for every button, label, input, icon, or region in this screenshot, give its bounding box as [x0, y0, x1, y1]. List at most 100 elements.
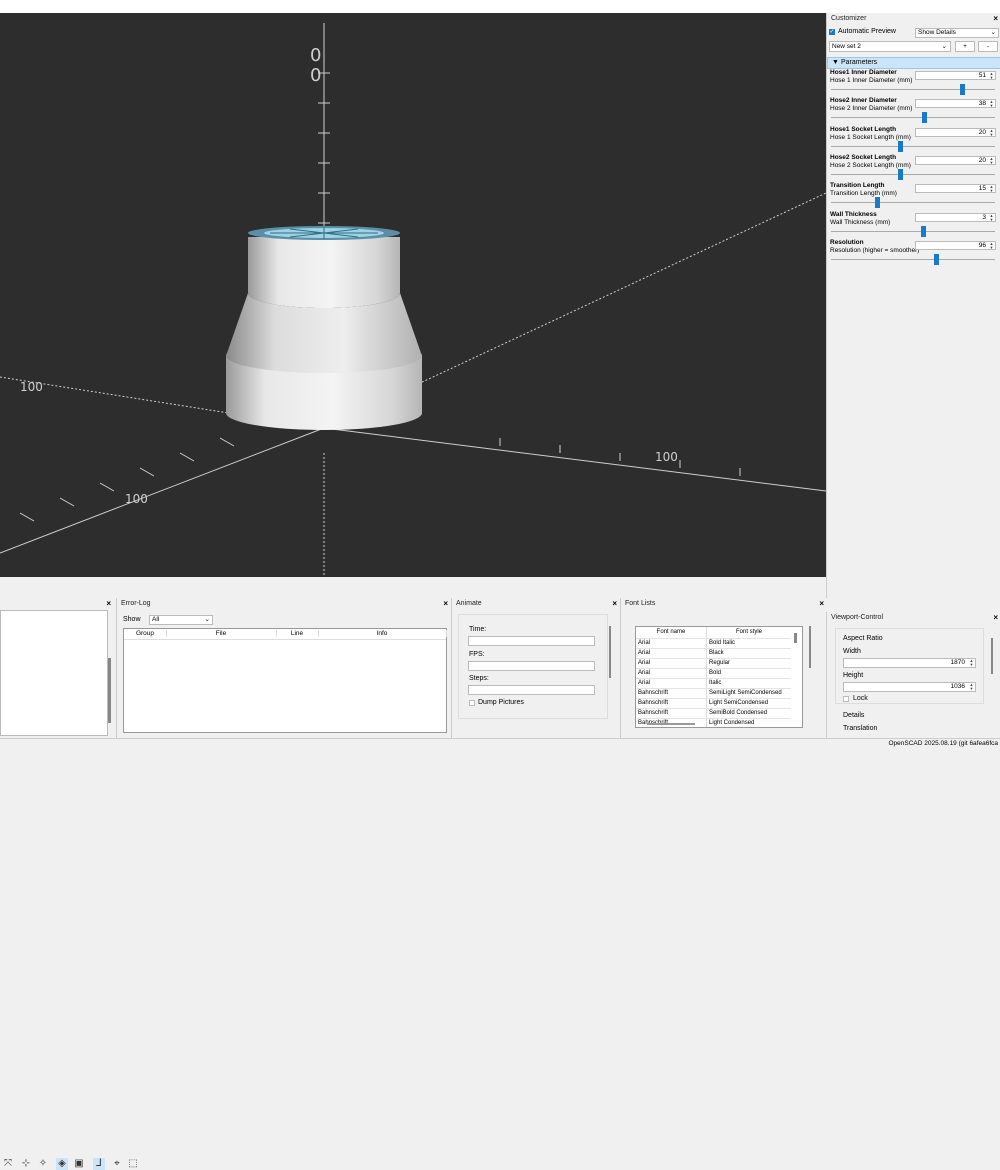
customizer-close-icon[interactable]: × [993, 13, 998, 24]
error-log-title: Error-Log [117, 598, 451, 609]
parameter-slider[interactable] [831, 145, 995, 147]
spin-icon[interactable]: ▲ ▼ [989, 72, 994, 80]
font-table-scrollbar[interactable] [794, 633, 797, 643]
viewport-control-title: Viewport-Control [827, 612, 1000, 623]
error-table-header: Group File Line Info [124, 629, 447, 640]
dump-pictures-checkbox[interactable] [469, 700, 475, 706]
parameter-row: Resolution Resolution (higher = smoother)… [827, 239, 1000, 267]
3d-viewport[interactable]: 0 0 100 100 100 [0, 13, 826, 577]
animate-scrollbar[interactable] [609, 626, 611, 678]
chevron-down-icon: ⌄ [941, 43, 947, 50]
viewport-control-close-icon[interactable]: × [993, 612, 998, 623]
font-row[interactable]: Arial Regular [636, 658, 791, 669]
error-column-header[interactable]: File [166, 630, 277, 637]
reset-view-icon[interactable]: ⬚ [127, 1158, 139, 1170]
parameter-name: Hose2 Inner Diameter [830, 97, 897, 105]
slider-handle[interactable] [960, 84, 966, 95]
font-row[interactable]: Bahnschrift Light SemiCondensed [636, 698, 791, 709]
width-input[interactable]: 1870 ▲ ▼ [843, 658, 976, 668]
axis-label-x-right: 100 [655, 450, 678, 464]
remove-preset-button[interactable]: - [978, 41, 998, 52]
font-row[interactable]: Arial Bold Italic [636, 638, 791, 649]
console-scrollbar[interactable] [108, 658, 111, 723]
show-axes-icon[interactable]: ⅃ [93, 1158, 105, 1170]
error-column-header[interactable]: Info [318, 630, 447, 637]
viewport-control-scrollbar[interactable] [991, 638, 993, 674]
axes [0, 23, 826, 577]
font-row[interactable]: Bahnschrift SemiBold Condensed [636, 708, 791, 719]
parameter-slider[interactable] [831, 117, 995, 119]
hose-adapter-model [226, 226, 422, 430]
error-column-header[interactable]: Line [276, 630, 319, 637]
height-input[interactable]: 1036 ▲ ▼ [843, 682, 976, 692]
spin-icon[interactable]: ▲ ▼ [969, 683, 974, 691]
show-crosshairs-icon[interactable]: ⌖ [111, 1158, 123, 1170]
parameter-value-input[interactable]: 20 ▲ ▼ [915, 155, 996, 165]
font-name-cell: Arial [636, 668, 707, 679]
font-row[interactable]: Arial Black [636, 648, 791, 659]
fps-input[interactable] [468, 661, 595, 671]
time-input[interactable] [468, 636, 595, 646]
axis-label-y-front: 100 [125, 492, 148, 506]
console-output[interactable] [0, 610, 108, 736]
spin-icon[interactable]: ▲ ▼ [989, 213, 994, 222]
parameter-value-input[interactable]: 38 ▲ ▼ [915, 99, 996, 109]
show-details-select[interactable]: Show Details ⌄ [915, 28, 999, 38]
spin-icon[interactable]: ▲ ▼ [989, 156, 994, 165]
parameter-value-input[interactable]: 51 ▲ ▼ [915, 71, 996, 80]
parameter-slider[interactable] [831, 173, 995, 175]
font-style-header[interactable]: Font style [706, 627, 791, 639]
parameter-slider[interactable] [831, 230, 995, 232]
spin-icon[interactable]: ▲ ▼ [989, 185, 994, 193]
add-preset-button[interactable]: + [955, 41, 975, 52]
font-name-cell: Arial [636, 648, 707, 659]
slider-handle[interactable] [922, 112, 928, 124]
steps-input[interactable] [468, 685, 595, 695]
parameter-value-input[interactable]: 20 ▲ ▼ [915, 127, 996, 137]
spin-icon[interactable]: ▲ ▼ [989, 241, 994, 250]
font-table-hscrollbar[interactable] [647, 723, 695, 725]
parameter-slider[interactable] [831, 202, 995, 204]
orthogonal-icon[interactable]: ▣ [73, 1158, 85, 1170]
translation-label: Translation [843, 725, 878, 732]
animate-close-icon[interactable]: × [612, 598, 617, 609]
spin-icon[interactable]: ▲ ▼ [989, 100, 994, 108]
font-style-cell: Light SemiCondensed [706, 698, 791, 709]
spin-icon[interactable]: ▲ ▼ [969, 659, 974, 667]
font-style-cell: SemiLight SemiCondensed [706, 688, 791, 699]
show-label: Show [123, 616, 141, 623]
font-panel-scrollbar[interactable] [809, 626, 811, 668]
view-axes-icon[interactable]: ⤧ [2, 1158, 14, 1170]
slider-handle[interactable] [897, 168, 903, 180]
lock-checkbox[interactable] [843, 696, 849, 702]
error-log-close-icon[interactable]: × [443, 598, 448, 609]
parameter-value-input[interactable]: 3 ▲ ▼ [915, 212, 996, 222]
perspective-icon[interactable]: ◈ [56, 1158, 68, 1170]
slider-handle[interactable] [897, 140, 903, 152]
preset-select[interactable]: New set 2 ⌄ [829, 41, 951, 52]
font-table[interactable]: Font name Font style Arial Bold Italic Ari… [635, 626, 803, 728]
parameter-slider[interactable] [831, 89, 995, 90]
font-name-header[interactable]: Font name [636, 627, 707, 639]
font-row[interactable]: Arial Italic [636, 678, 791, 689]
view-scale-icon[interactable]: ⊹ [20, 1158, 32, 1170]
console-close-icon[interactable]: × [106, 598, 111, 609]
slider-handle[interactable] [920, 225, 926, 237]
parameter-value-input[interactable]: 15 ▲ ▼ [915, 184, 996, 194]
font-name-cell: Arial [636, 658, 707, 669]
parameter-name: Hose2 Socket Length [830, 153, 897, 161]
font-lists-close-icon[interactable]: × [819, 598, 824, 609]
font-row[interactable]: Bahnschrift SemiLight SemiCondensed [636, 688, 791, 699]
parameter-value-input[interactable]: 96 ▲ ▼ [915, 240, 996, 250]
font-row[interactable]: Arial Bold [636, 668, 791, 679]
slider-handle[interactable] [933, 253, 939, 265]
triangle-down-icon: ▼ [832, 59, 839, 66]
spin-icon[interactable]: ▲ ▼ [989, 128, 994, 137]
error-filter-select[interactable]: All ⌄ [149, 615, 213, 625]
parameter-slider[interactable] [831, 258, 995, 260]
slider-handle[interactable] [874, 197, 880, 209]
error-table[interactable]: Group File Line Info [123, 628, 447, 733]
auto-preview-checkbox[interactable]: ✓ [829, 29, 835, 35]
view-edges-icon[interactable]: ✧ [37, 1158, 49, 1170]
error-column-header[interactable]: Group [124, 630, 167, 637]
